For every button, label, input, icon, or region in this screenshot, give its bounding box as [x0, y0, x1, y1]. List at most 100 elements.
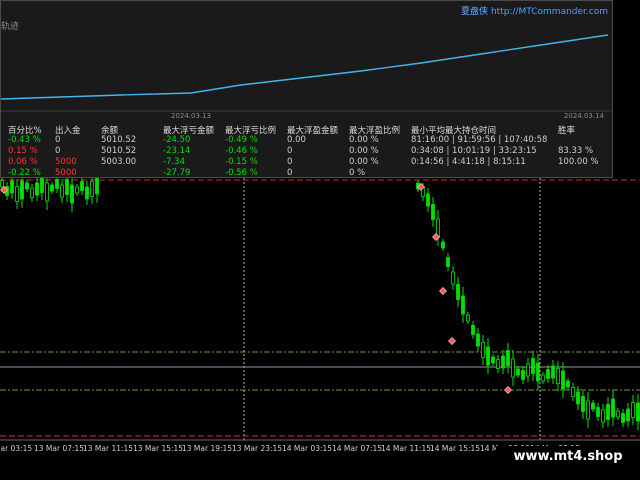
cell-max-dd-ratio: -0.46 % [225, 146, 258, 156]
candle-body [511, 358, 515, 378]
cell-max-profit-ratio: 0.00 % [349, 157, 379, 167]
cell-balance: 5010.52 [101, 146, 137, 156]
candle-body [426, 193, 430, 207]
candle-body [531, 358, 535, 374]
cell-max-dd-amount: -27.79 [163, 168, 191, 178]
cell-balance: 5010.52 [101, 135, 137, 145]
equity-curve-line [1, 34, 609, 100]
candle-body [466, 314, 470, 322]
trade-marker [439, 287, 447, 295]
candle-body [456, 284, 460, 300]
trading-chart-window: 夏盘侠 http://MTCommander.com 轨迹 2024.03.13… [0, 0, 640, 480]
equity-end-date: 2024.03.14 [563, 112, 604, 120]
candle-body [586, 400, 590, 420]
equity-start-date: 2024.03.13 [171, 112, 212, 120]
candle-body [451, 271, 455, 285]
candle-body [25, 182, 29, 190]
time-axis-label: 13 Mar 15:15 [133, 444, 184, 453]
candle-body [20, 180, 24, 200]
candle-body [566, 380, 570, 388]
time-axis-label: 14 Mar 07:15 [332, 444, 383, 453]
candle-body [601, 409, 605, 423]
candle-body [606, 404, 610, 420]
candle-body [521, 370, 525, 380]
brand-url[interactable]: http://MTCommander.com [491, 7, 608, 17]
candle-body [481, 342, 485, 358]
candle-body [90, 181, 94, 197]
time-axis-label: 14 Mar 11:15 [381, 444, 432, 453]
cell-max-profit-amount: 0 [287, 157, 293, 167]
candle-body [15, 186, 19, 202]
candle-body [626, 408, 630, 422]
cell-deposit: 0 [55, 146, 61, 156]
cell-max-profit-amount: 0.00 [287, 135, 306, 145]
candle-body [576, 391, 580, 405]
candle-body [591, 402, 595, 410]
time-axis-label: 14 Mar 03:15 [282, 444, 333, 453]
candle-body [501, 355, 505, 369]
stats-header-row: 百分比% 出入金 余额 最大浮亏金额 最大浮亏比例 最大浮盈金额 最大浮盈比例 … [1, 124, 612, 136]
cell-max-dd-ratio: -0.15 % [225, 157, 258, 167]
equity-curve-label: 轨迹 [1, 22, 20, 32]
cell-balance: 5003.00 [101, 157, 137, 167]
time-axis-label: Mar 03:15 [0, 444, 33, 453]
watermark: www.mt4.shop [496, 446, 640, 468]
cell-holding-time: 81:16:00 | 91:59:56 | 107:40:58 [411, 135, 548, 145]
cell-percent: -0.43 % [8, 135, 41, 145]
candle-body [516, 368, 520, 376]
candle-body [596, 407, 600, 417]
candle-body [40, 177, 44, 193]
candle-body [536, 362, 540, 382]
time-axis-label: 13 Mar 11:15 [83, 444, 134, 453]
candle-body [506, 350, 510, 366]
candle-body [476, 333, 480, 347]
candle-body [541, 374, 545, 382]
candle-body [561, 370, 565, 390]
candle-body [95, 175, 99, 195]
cell-max-profit-amount: 0 [287, 146, 293, 156]
candle-body [30, 188, 34, 198]
candle-body [616, 410, 620, 418]
candle-body [581, 396, 585, 412]
cell-max-profit-amount: 0 [287, 168, 293, 178]
candle-body [85, 186, 89, 200]
cell-max-dd-ratio: -0.56 % [225, 168, 258, 178]
cell-max-profit-ratio: 0.00 % [349, 146, 379, 156]
candle-body [55, 179, 59, 189]
cell-max-dd-ratio: -0.49 % [225, 135, 258, 145]
cell-deposit: 5000 [55, 157, 77, 167]
cell-holding-time: 0:34:08 | 10:01:19 | 33:23:15 [411, 146, 537, 156]
time-axis-label: 13 Mar 19:15 [182, 444, 233, 453]
brand-header[interactable]: 夏盘侠 http://MTCommander.com [461, 4, 608, 17]
trade-marker [504, 386, 512, 394]
cell-percent: 0.06 % [8, 157, 38, 167]
candle-body [491, 356, 495, 364]
candle-body [70, 184, 74, 204]
candle-body [486, 346, 490, 366]
candle-body [631, 402, 635, 418]
candle-body [431, 204, 435, 220]
candle-body [10, 180, 14, 194]
candle-body [461, 295, 465, 315]
brand-name: 夏盘侠 [461, 7, 489, 17]
candle-body [446, 257, 450, 267]
candle-body [611, 398, 615, 418]
candle-body [571, 387, 575, 397]
candle-body [0, 180, 4, 188]
equity-curve-chart [1, 34, 612, 112]
candle-body [60, 184, 64, 198]
candle-body [80, 181, 84, 191]
stats-row: 0.15 % 0 5010.52 -23.14 -0.46 % 0 0.00 %… [1, 146, 612, 157]
account-stats-panel: 夏盘侠 http://MTCommander.com 轨迹 2024.03.13… [0, 0, 613, 178]
cell-max-profit-ratio: 0 % [349, 168, 366, 178]
candle-body [546, 369, 550, 379]
candle-body [441, 241, 445, 249]
cell-percent: -0.22 % [8, 168, 41, 178]
stats-row: 0.06 % 5000 5003.00 -7.34 -0.15 % 0 0.00… [1, 157, 612, 168]
cell-deposit: 5000 [55, 168, 77, 178]
cell-max-dd-amount: -24.50 [163, 135, 191, 145]
candle-body [556, 368, 560, 384]
candle-body [471, 325, 475, 335]
cell-holding-time: 0:14:56 | 4:41:18 | 8:15:11 [411, 157, 526, 167]
candle-body [621, 413, 625, 423]
